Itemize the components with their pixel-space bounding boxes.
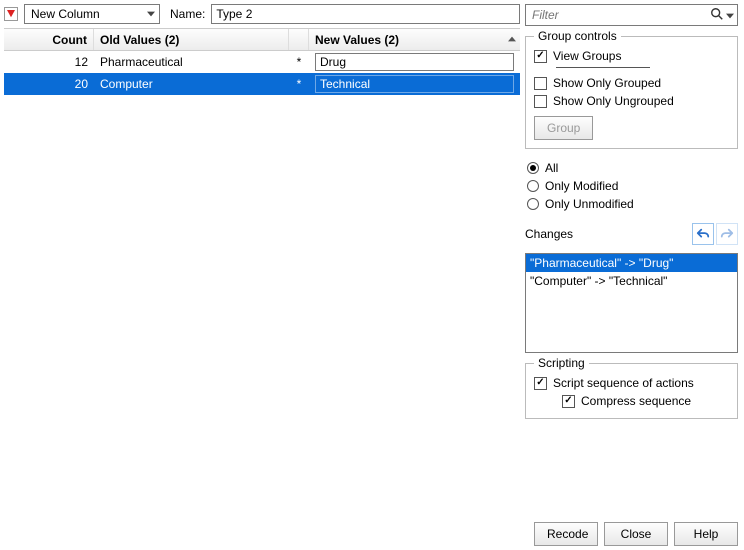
- chevron-down-icon[interactable]: [726, 8, 734, 22]
- show-only-grouped-label: Show Only Grouped: [553, 76, 661, 90]
- group-button[interactable]: Group: [534, 116, 593, 140]
- name-label: Name:: [170, 7, 205, 21]
- change-item[interactable]: "Pharmaceutical" -> "Drug": [526, 254, 737, 272]
- recode-table: Count Old Values (2) New Values (2) 12Ph…: [4, 28, 520, 95]
- col-header-star: [289, 29, 309, 50]
- undo-button[interactable]: [692, 223, 714, 245]
- change-item[interactable]: "Computer" -> "Technical": [526, 272, 737, 290]
- radio-only-modified-label: Only Modified: [545, 179, 618, 193]
- radio-all[interactable]: All: [527, 159, 738, 177]
- radio-only-unmodified-label: Only Unmodified: [545, 197, 634, 211]
- view-groups-checkbox[interactable]: View Groups: [534, 47, 729, 65]
- compress-sequence-label: Compress sequence: [581, 394, 691, 408]
- checkbox-icon: [534, 50, 547, 63]
- col-header-new[interactable]: New Values (2): [309, 29, 520, 50]
- script-sequence-checkbox[interactable]: Script sequence of actions: [534, 374, 729, 392]
- col-header-new-text: New Values (2): [315, 33, 399, 47]
- show-only-ungrouped-label: Show Only Ungrouped: [553, 94, 674, 108]
- col-header-old[interactable]: Old Values (2): [94, 29, 289, 50]
- view-groups-label: View Groups: [553, 49, 621, 63]
- scripting-title: Scripting: [534, 356, 589, 370]
- checkbox-icon: [562, 395, 575, 408]
- changes-list[interactable]: "Pharmaceutical" -> "Drug""Computer" -> …: [525, 253, 738, 353]
- column-type-combo[interactable]: New Column: [24, 4, 160, 24]
- cell-old-value: Computer: [94, 73, 289, 95]
- compress-sequence-checkbox[interactable]: Compress sequence: [562, 392, 729, 410]
- group-controls-title: Group controls: [534, 29, 621, 43]
- cell-old-value: Pharmaceutical: [94, 51, 289, 73]
- divider: [556, 67, 650, 68]
- script-sequence-label: Script sequence of actions: [553, 376, 694, 390]
- table-header: Count Old Values (2) New Values (2): [4, 29, 520, 51]
- changes-label: Changes: [525, 227, 573, 241]
- scripting-box: Scripting Script sequence of actions Com…: [525, 363, 738, 419]
- cell-count: 12: [4, 51, 94, 73]
- radio-icon: [527, 198, 539, 210]
- cell-modified-marker: *: [289, 51, 309, 73]
- radio-only-modified[interactable]: Only Modified: [527, 177, 738, 195]
- filter-input[interactable]: [525, 4, 738, 26]
- show-only-ungrouped-checkbox[interactable]: Show Only Ungrouped: [534, 92, 729, 110]
- sort-indicator-icon: [508, 35, 516, 45]
- close-button[interactable]: Close: [604, 522, 668, 546]
- radio-all-label: All: [545, 161, 558, 175]
- table-row[interactable]: 20Computer*: [4, 73, 520, 95]
- combo-value: New Column: [25, 7, 141, 21]
- cell-modified-marker: *: [289, 73, 309, 95]
- table-row[interactable]: 12Pharmaceutical*: [4, 51, 520, 73]
- chevron-down-icon: [141, 5, 159, 23]
- radio-icon: [527, 180, 539, 192]
- col-header-count[interactable]: Count: [4, 29, 94, 50]
- search-icon[interactable]: [710, 7, 724, 24]
- filter-radios: All Only Modified Only Unmodified: [525, 155, 738, 213]
- show-only-grouped-checkbox[interactable]: Show Only Grouped: [534, 74, 729, 92]
- new-value-input[interactable]: [315, 53, 514, 71]
- help-button[interactable]: Help: [674, 522, 738, 546]
- cell-new-value[interactable]: [309, 73, 520, 95]
- cell-new-value[interactable]: [309, 51, 520, 73]
- redo-button[interactable]: [716, 223, 738, 245]
- new-value-input[interactable]: [315, 75, 514, 93]
- cell-count: 20: [4, 73, 94, 95]
- name-input[interactable]: [211, 4, 520, 24]
- checkbox-icon: [534, 377, 547, 390]
- checkbox-icon: [534, 77, 547, 90]
- disclosure-toggle[interactable]: [4, 7, 18, 21]
- radio-only-unmodified[interactable]: Only Unmodified: [527, 195, 738, 213]
- group-controls-box: Group controls View Groups Show Only Gro…: [525, 36, 738, 149]
- checkbox-icon: [534, 95, 547, 108]
- radio-icon: [527, 162, 539, 174]
- recode-button[interactable]: Recode: [534, 522, 598, 546]
